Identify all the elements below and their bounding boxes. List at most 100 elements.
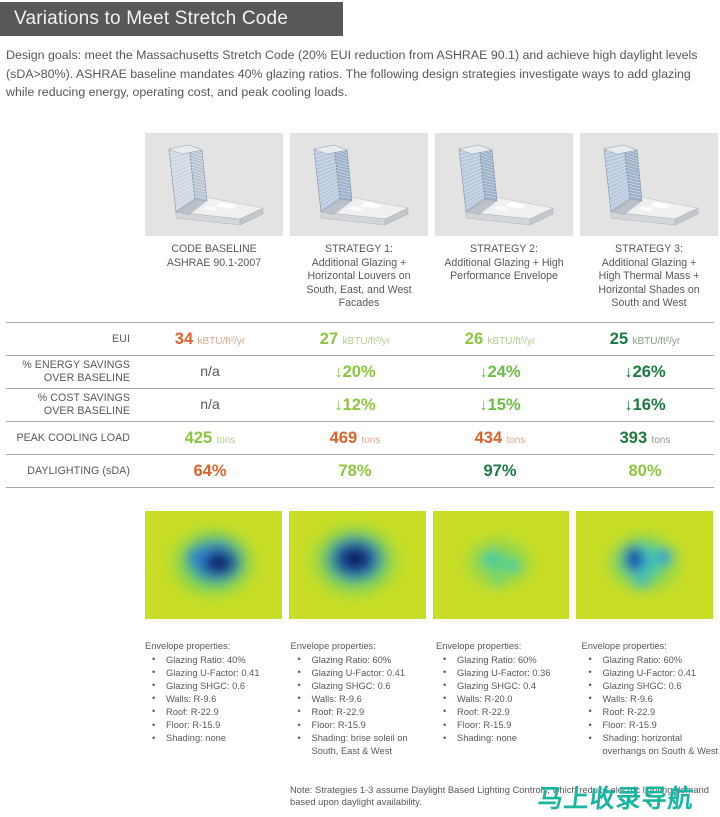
envelope-list: Glazing Ratio: 60%Glazing U-Factor: 0.36… — [436, 653, 575, 745]
envelope-title: Envelope properties: — [145, 641, 231, 651]
strategy-caption: STRATEGY 3: Additional Glazing + High Ther… — [598, 243, 700, 310]
cell-value: ↓20% — [334, 362, 376, 381]
envelope-item: Floor: R-15.9 — [145, 719, 284, 732]
envelope-list: Glazing Ratio: 40%Glazing U-Factor: 0.41… — [145, 653, 284, 745]
daylight-map-strategy-2 — [432, 511, 570, 619]
table-cell: 78% — [286, 462, 424, 481]
envelope-item: Glazing Ratio: 60% — [291, 653, 430, 667]
envelope-item: Floor: R-15.9 — [291, 719, 430, 732]
row-label: % ENERGY SAVINGS OVER BASELINE — [22, 359, 130, 384]
table-cell: 97% — [431, 462, 569, 481]
envelope-list: Glazing Ratio: 60%Glazing U-Factor: 0.41… — [291, 653, 430, 758]
cell-value: 25 — [609, 329, 629, 348]
table-cell: 26 kBTU/ft²/yr — [431, 330, 569, 349]
table-cell: n/a — [141, 396, 279, 415]
table-cell: 34 kBTU/ft²/yr — [141, 330, 279, 349]
envelope-item: Floor: R-15.9 — [436, 719, 575, 732]
envelope-item: Shading: none — [145, 732, 284, 745]
row-label: % COST SAVINGS OVER BASELINE — [37, 392, 130, 417]
envelope-properties: Envelope properties:Glazing Ratio: 40%Gl… — [145, 640, 284, 758]
strategy-caption: CODE BASELINE ASHRAE 90.1-2007 — [166, 243, 262, 269]
cell-value: 64% — [193, 461, 227, 480]
render-strategy-1 — [290, 133, 428, 236]
cell-unit: tons — [651, 434, 671, 446]
table-row: % ENERGY SAVINGS OVER BASELINE n/a ↓20% ↓24%… — [6, 356, 714, 388]
daylight-map-strategy-3 — [576, 511, 713, 619]
row-label: PEAK COOLING LOAD — [16, 431, 130, 444]
table-cell: ↓20% — [286, 363, 424, 382]
cell-value: 26 — [464, 329, 484, 348]
envelope-item: Shading: brise soleil on South, East & W… — [291, 732, 430, 757]
intro-paragraph: Design goals: meet the Massachusetts Str… — [6, 48, 698, 99]
render-strategy-3 — [580, 133, 718, 236]
comparison-table: EUI 34 kBTU/ft²/yr 27 kBTU/ft²/yr 26 kBTU/f… — [6, 322, 714, 488]
table-cell: ↓15% — [431, 396, 569, 415]
title-bar: Variations to Meet Stretch Code — [0, 2, 343, 36]
table-row: DAYLIGHTING (sDA) 64% 78% 97% 80% — [6, 455, 714, 487]
cell-value: ↓12% — [334, 395, 376, 414]
envelope-properties: Envelope properties:Glazing Ratio: 60%Gl… — [582, 640, 720, 758]
page-title: Variations to Meet Stretch Code — [14, 8, 289, 29]
envelope-title: Envelope properties: — [290, 641, 376, 651]
envelope-item: Glazing U-Factor: 0.36 — [436, 666, 575, 680]
watermark: 马上收录导航 — [536, 784, 696, 813]
envelope-item: Glazing Ratio: 60% — [436, 653, 575, 667]
table-cell: 434 tons — [431, 429, 569, 448]
strategy-caption: STRATEGY 2: Additional Glazing + High Perf… — [444, 243, 564, 283]
table-cell: 80% — [576, 462, 714, 481]
envelope-properties: Envelope properties:Glazing Ratio: 60%Gl… — [291, 640, 430, 758]
envelope-item: Glazing U-Factor: 0.41 — [291, 666, 430, 680]
daylight-map-strategy-1 — [288, 511, 426, 619]
strategy-column: STRATEGY 2: Additional Glazing + High Perf… — [435, 133, 573, 311]
cell-value: 80% — [628, 461, 662, 480]
cell-unit: tons — [361, 434, 381, 446]
table-cell: ↓24% — [431, 363, 569, 382]
envelope-item: Roof: R-22.9 — [436, 705, 575, 719]
render-strategy-2 — [435, 133, 573, 236]
cell-value: ↓16% — [624, 395, 666, 414]
daylight-map-code-baseline — [145, 511, 282, 619]
cell-value: ↓15% — [479, 395, 521, 414]
table-cell: 393 tons — [576, 429, 714, 448]
cell-value: n/a — [200, 395, 220, 412]
cell-value: 434 — [474, 428, 503, 447]
table-cell: ↓12% — [286, 396, 424, 415]
cell-value: 425 — [184, 428, 213, 447]
envelope-item: Glazing SHGC: 0.6 — [291, 679, 430, 693]
envelope-item: Walls: R-20.0 — [436, 692, 575, 706]
table-cell: 25 kBTU/ft²/yr — [576, 330, 714, 349]
table-cell: 27 kBTU/ft²/yr — [286, 330, 424, 349]
table-row: % COST SAVINGS OVER BASELINE n/a ↓12% ↓15% ↓1… — [6, 389, 714, 421]
envelope-item: Floor: R-15.9 — [582, 719, 720, 732]
envelope-item: Roof: R-22.9 — [145, 705, 284, 719]
table-row: PEAK COOLING LOAD 425 tons 469 tons 434 ton… — [6, 422, 714, 454]
cell-value: n/a — [200, 362, 220, 379]
cell-unit: kBTU/ft²/yr — [487, 335, 536, 347]
envelope-list: Glazing Ratio: 60%Glazing U-Factor: 0.41… — [582, 653, 720, 758]
envelope-item: Shading: horizontal overhangs on South &… — [582, 732, 720, 757]
cell-value: 78% — [338, 461, 372, 480]
cell-value: ↓26% — [624, 362, 666, 381]
cell-unit: kBTU/ft²/yr — [197, 335, 246, 347]
strategy-column: STRATEGY 1: Additional Glazing + Horizonta… — [290, 133, 428, 311]
cell-value: 393 — [619, 428, 648, 447]
cell-unit: tons — [506, 434, 526, 446]
envelope-item: Roof: R-22.9 — [582, 705, 720, 719]
row-label: DAYLIGHTING (sDA) — [27, 464, 130, 477]
table-cell: n/a — [141, 363, 279, 382]
daylight-maps-row — [145, 511, 713, 619]
table-cell: 64% — [141, 462, 279, 481]
strategy-caption: STRATEGY 1: Additional Glazing + Horizonta… — [306, 243, 412, 310]
envelope-item: Glazing Ratio: 60% — [582, 653, 720, 667]
render-code-baseline — [145, 133, 283, 236]
strategy-columns: CODE BASELINE ASHRAE 90.1-2007 STRATEGY 1… — [145, 133, 718, 311]
envelope-item: Glazing Ratio: 40% — [145, 653, 284, 667]
envelope-item: Glazing SHGC: 0.6 — [145, 679, 284, 693]
envelope-item: Glazing U-Factor: 0.41 — [582, 666, 720, 680]
envelope-properties-row: Envelope properties:Glazing Ratio: 40%Gl… — [145, 640, 720, 758]
cell-value: 34 — [174, 329, 194, 348]
strategy-column: CODE BASELINE ASHRAE 90.1-2007 — [145, 133, 283, 311]
cell-value: 97% — [483, 461, 517, 480]
table-cell: ↓26% — [576, 363, 714, 382]
envelope-item: Walls: R-9.6 — [145, 692, 284, 706]
